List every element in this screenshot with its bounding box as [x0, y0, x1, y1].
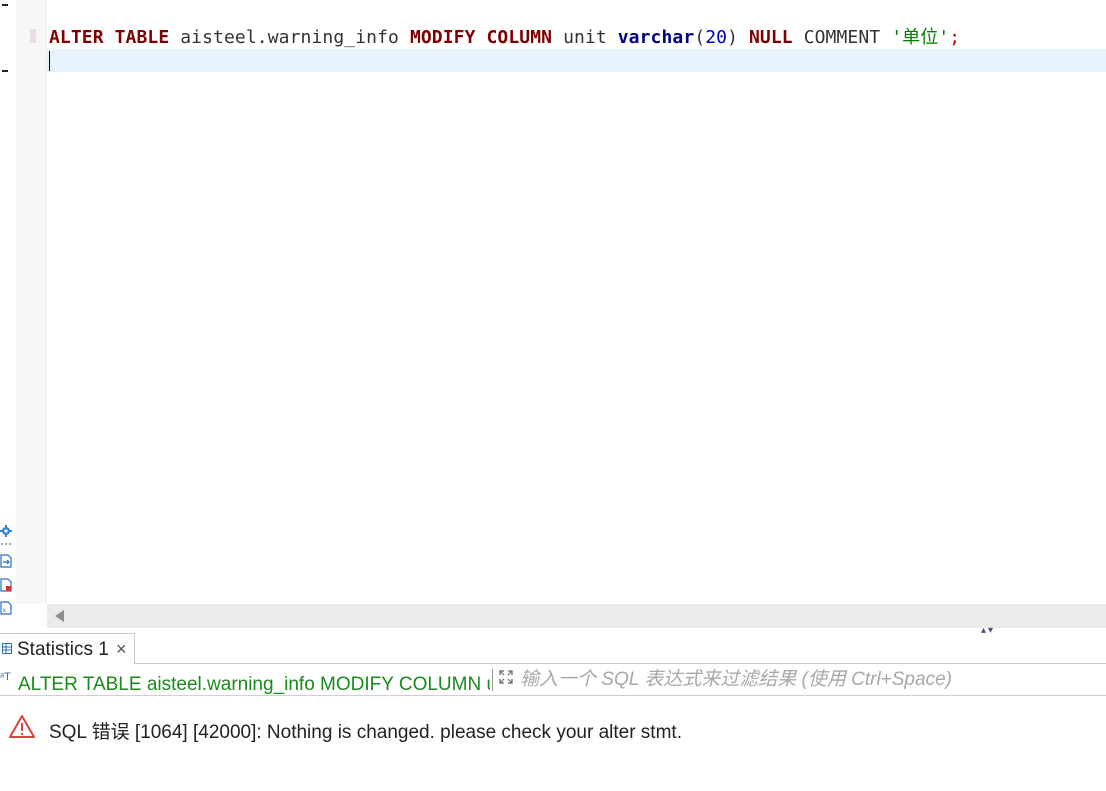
- fold-marker: [2, 70, 8, 72]
- expand-icon[interactable]: [498, 669, 514, 685]
- left-toolbar: x: [0, 0, 16, 630]
- sql-identifier: aisteel.warning_info: [180, 27, 399, 48]
- sql-paren: ): [727, 27, 739, 48]
- executed-query-text: ALTER TABLE aisteel.warning_info MODIFY …: [18, 674, 490, 695]
- warning-icon: [9, 715, 35, 738]
- sql-semicolon: ;: [949, 27, 961, 48]
- import-error-icon[interactable]: [0, 578, 12, 592]
- result-filter-bar: ᵃT ALTER TABLE aisteel.warning_info MODI…: [0, 665, 1106, 696]
- tab-statistics[interactable]: Statistics 1 ×: [0, 633, 135, 664]
- sql-keyword: NULL: [749, 27, 793, 48]
- divider: [492, 669, 493, 691]
- error-message: SQL 错误 [1064] [42000]: Nothing is change…: [49, 722, 682, 743]
- export-icon[interactable]: [0, 554, 12, 568]
- sql-keyword: COLUMN: [486, 27, 553, 48]
- line-change-marker: [30, 29, 36, 43]
- sql-keyword: ALTER: [49, 27, 104, 48]
- results-tabbar: Statistics 1 ×: [0, 633, 1106, 664]
- sql-identifier: unit: [563, 27, 607, 48]
- horizontal-scrollbar[interactable]: [47, 604, 1106, 628]
- close-icon[interactable]: ×: [116, 639, 127, 660]
- text-caret: [49, 51, 50, 71]
- line-gutter: [2, 0, 47, 604]
- script-icon[interactable]: x: [0, 601, 12, 615]
- sql-number: 20: [705, 27, 728, 48]
- svg-text:x: x: [3, 607, 7, 614]
- sql-editor[interactable]: ALTER TABLE aisteel.warning_info MODIFY …: [47, 0, 1106, 604]
- current-line-highlight: [47, 49, 1106, 72]
- grid-icon: [2, 643, 12, 654]
- sql-statement-line[interactable]: ALTER TABLE aisteel.warning_info MODIFY …: [49, 26, 960, 50]
- sql-keyword: MODIFY: [409, 27, 476, 48]
- filter-expression-input[interactable]: [520, 668, 1100, 692]
- scroll-left-arrow-icon[interactable]: [55, 610, 64, 622]
- tab-label: Statistics 1: [17, 639, 109, 660]
- sql-type: varchar: [617, 27, 695, 48]
- sql-keyword: TABLE: [114, 27, 170, 48]
- more-icon[interactable]: [0, 541, 12, 547]
- fold-marker: [2, 4, 8, 6]
- query-type-icon: ᵃT: [0, 671, 11, 683]
- gear-icon[interactable]: [0, 524, 12, 538]
- sql-string: '单位': [891, 27, 950, 48]
- sql-identifier: COMMENT: [803, 27, 881, 48]
- sql-paren: (: [694, 27, 706, 48]
- error-message-row: SQL 错误 [1064] [42000]: Nothing is change…: [0, 710, 1106, 746]
